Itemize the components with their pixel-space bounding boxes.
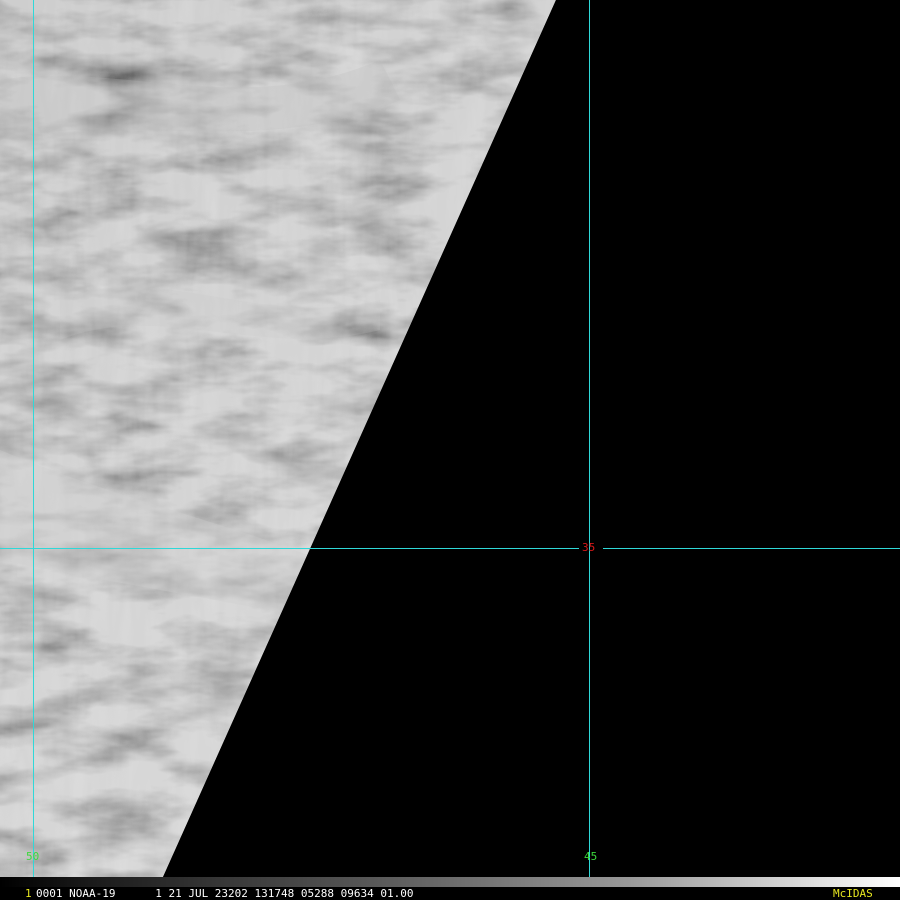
longitude-label-50: 50	[26, 850, 40, 863]
mcidas-brand-label: McIDAS	[833, 887, 873, 900]
frame-number: 1	[25, 887, 32, 900]
grayscale-legend-bar	[0, 877, 900, 887]
image-status-line: 1 0001 NOAA-19 1 21 JUL 23202 131748 052…	[0, 887, 900, 900]
image-metadata-text: 0001 NOAA-19 1 21 JUL 23202 131748 05288…	[36, 887, 414, 900]
satellite-image-viewer: 35 50 45 1 0001 NOAA-19 1 21 JUL 23202 1…	[0, 0, 900, 900]
bottom-status-strip: 1 0001 NOAA-19 1 21 JUL 23202 131748 052…	[0, 877, 900, 900]
longitude-label-45: 45	[584, 850, 598, 863]
latitude-label-35: 35	[582, 541, 596, 554]
satellite-cloud-imagery	[0, 0, 900, 877]
